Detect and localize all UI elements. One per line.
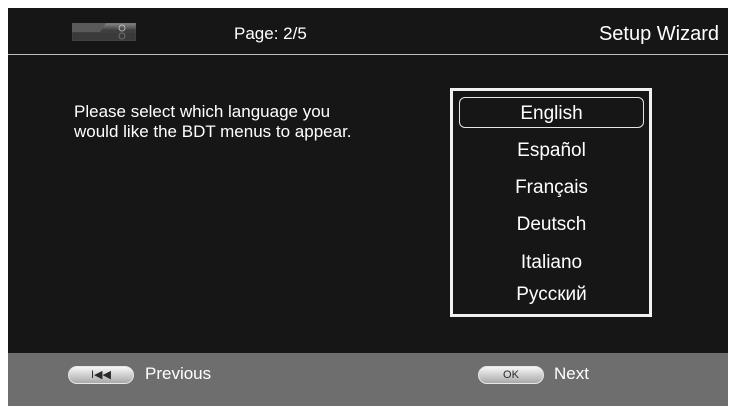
ok-button[interactable]: OK xyxy=(478,366,544,384)
language-prompt: Please select which language you would l… xyxy=(74,102,434,142)
language-option-espanol[interactable]: Español xyxy=(459,135,644,166)
header-bar: Page: 2/5 Setup Wizard xyxy=(8,8,728,54)
previous-label[interactable]: Previous xyxy=(145,364,211,384)
footer-bar: I◀◀ Previous OK Next xyxy=(8,353,728,406)
language-option-russian[interactable]: Русский xyxy=(459,279,644,310)
skip-back-icon: I◀◀ xyxy=(91,369,111,381)
language-list: English Español Français Deutsch Italian… xyxy=(450,88,652,317)
prompt-line-1: Please select which language you xyxy=(74,102,331,121)
ok-key-label: OK xyxy=(503,369,519,381)
language-option-italiano[interactable]: Italiano xyxy=(459,247,644,278)
next-label[interactable]: Next xyxy=(554,364,589,384)
language-option-deutsch[interactable]: Deutsch xyxy=(459,209,644,240)
setup-wizard-screen: Page: 2/5 Setup Wizard Please select whi… xyxy=(8,8,728,406)
language-option-english[interactable]: English xyxy=(459,97,644,128)
page-indicator: Page: 2/5 xyxy=(234,24,307,43)
page-title: Setup Wizard xyxy=(598,23,719,45)
language-option-francais[interactable]: Français xyxy=(459,172,644,203)
disc-player-icon xyxy=(72,23,136,41)
previous-button[interactable]: I◀◀ xyxy=(68,366,134,384)
prompt-line-2: would like the BDT menus to appear. xyxy=(74,122,352,141)
header-divider xyxy=(8,54,728,55)
